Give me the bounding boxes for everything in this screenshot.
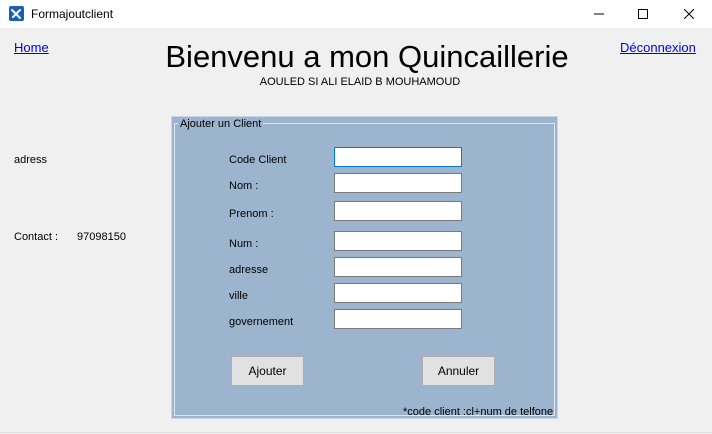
contact-label: Contact : (14, 231, 59, 243)
page-subtitle: AOULED SI ALI ELAID B MOUHAMOUD (259, 76, 461, 88)
contact-value: 97098150 (77, 231, 126, 243)
cancel-button[interactable]: Annuler (422, 356, 495, 386)
nom-label: Nom : (229, 180, 259, 192)
maximize-icon (638, 9, 648, 19)
adresse-input[interactable] (334, 257, 462, 277)
prenom-input[interactable] (334, 201, 462, 221)
minimize-button[interactable] (576, 0, 622, 28)
governement-label: governement (229, 316, 294, 328)
code-client-note: *code client :cl+num de telfone (403, 406, 554, 418)
code-client-label: Code Client (229, 154, 287, 166)
adresse-label: adresse (229, 264, 269, 276)
app-icon (9, 6, 24, 21)
ville-input[interactable] (334, 283, 462, 303)
governement-input[interactable] (334, 309, 462, 329)
maximize-button[interactable] (620, 0, 666, 28)
num-input[interactable] (334, 231, 462, 251)
close-icon (684, 9, 694, 19)
close-button[interactable] (666, 0, 712, 28)
num-label: Num : (229, 238, 259, 250)
add-button[interactable]: Ajouter (231, 356, 304, 386)
window-title: Formajoutclient (31, 7, 114, 21)
ville-label: ville (229, 290, 248, 302)
page-title: Bienvenu a mon Quincaillerie (165, 39, 569, 74)
address-label: adress (14, 154, 48, 166)
nom-input[interactable] (334, 173, 462, 193)
title-bar: Formajoutclient (0, 0, 712, 28)
prenom-label: Prenom : (229, 208, 274, 220)
add-client-groupbox: Ajouter un Client Code Client Nom : Pren… (171, 116, 558, 419)
bottom-border (0, 432, 712, 433)
groupbox-legend: Ajouter un Client (178, 118, 264, 130)
minimize-icon (594, 13, 604, 15)
code-client-input[interactable] (334, 147, 462, 167)
